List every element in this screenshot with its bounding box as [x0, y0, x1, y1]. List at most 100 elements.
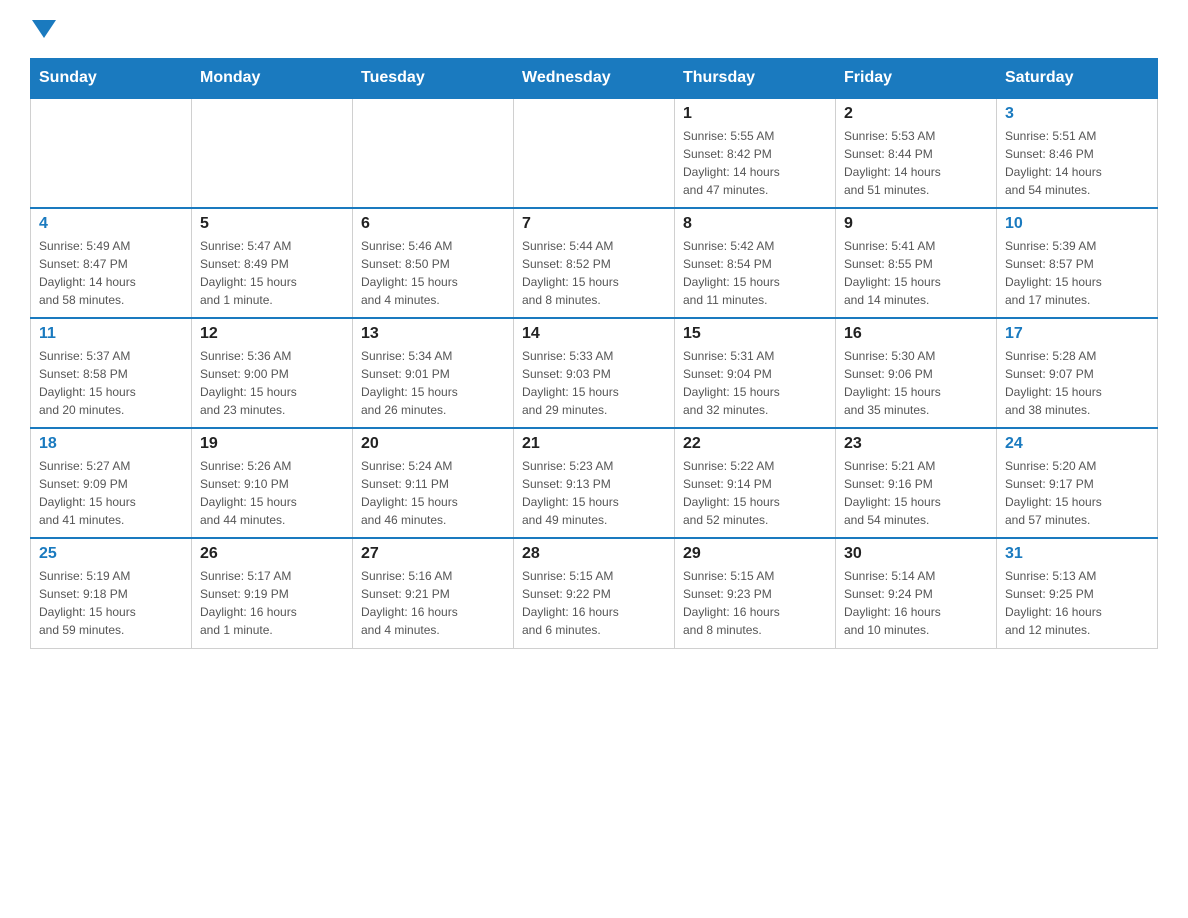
day-number: 7	[522, 215, 666, 233]
calendar-week-row: 25 Sunrise: 5:19 AM Sunset: 9:18 PM Dayli…	[31, 538, 1158, 648]
calendar-cell: 13 Sunrise: 5:34 AM Sunset: 9:01 PM Dayli…	[353, 318, 514, 428]
day-number: 3	[1005, 105, 1149, 123]
calendar-cell: 14 Sunrise: 5:33 AM Sunset: 9:03 PM Dayli…	[514, 318, 675, 428]
day-info: Sunrise: 5:14 AM Sunset: 9:24 PM Dayligh…	[844, 567, 988, 639]
day-number: 10	[1005, 215, 1149, 233]
calendar-cell: 15 Sunrise: 5:31 AM Sunset: 9:04 PM Dayli…	[675, 318, 836, 428]
weekday-header-friday: Friday	[836, 59, 997, 99]
day-number: 9	[844, 215, 988, 233]
calendar-cell: 29 Sunrise: 5:15 AM Sunset: 9:23 PM Dayli…	[675, 538, 836, 648]
day-number: 6	[361, 215, 505, 233]
logo-triangle-icon	[32, 20, 56, 38]
day-info: Sunrise: 5:27 AM Sunset: 9:09 PM Dayligh…	[39, 457, 183, 529]
day-number: 19	[200, 435, 344, 453]
weekday-header-tuesday: Tuesday	[353, 59, 514, 99]
day-number: 22	[683, 435, 827, 453]
day-info: Sunrise: 5:15 AM Sunset: 9:22 PM Dayligh…	[522, 567, 666, 639]
calendar-cell: 3 Sunrise: 5:51 AM Sunset: 8:46 PM Daylig…	[997, 98, 1158, 208]
day-info: Sunrise: 5:37 AM Sunset: 8:58 PM Dayligh…	[39, 347, 183, 419]
day-info: Sunrise: 5:21 AM Sunset: 9:16 PM Dayligh…	[844, 457, 988, 529]
weekday-header-saturday: Saturday	[997, 59, 1158, 99]
day-info: Sunrise: 5:36 AM Sunset: 9:00 PM Dayligh…	[200, 347, 344, 419]
calendar-cell: 19Sunrise: 5:26 AM Sunset: 9:10 PM Dayli…	[192, 428, 353, 538]
calendar-cell: 25 Sunrise: 5:19 AM Sunset: 9:18 PM Dayli…	[31, 538, 192, 648]
calendar-cell: 7 Sunrise: 5:44 AM Sunset: 8:52 PM Daylig…	[514, 208, 675, 318]
calendar-header: SundayMondayTuesdayWednesdayThursdayFrid…	[31, 59, 1158, 99]
calendar-cell: 18 Sunrise: 5:27 AM Sunset: 9:09 PM Dayli…	[31, 428, 192, 538]
day-info: Sunrise: 5:47 AM Sunset: 8:49 PM Dayligh…	[200, 237, 344, 309]
day-number: 31	[1005, 545, 1149, 563]
calendar-cell	[353, 98, 514, 208]
day-number: 28	[522, 545, 666, 563]
day-number: 26	[200, 545, 344, 563]
day-number: 27	[361, 545, 505, 563]
day-info: Sunrise: 5:22 AM Sunset: 9:14 PM Dayligh…	[683, 457, 827, 529]
day-number: 5	[200, 215, 344, 233]
day-number: 20	[361, 435, 505, 453]
calendar-cell: 30 Sunrise: 5:14 AM Sunset: 9:24 PM Dayli…	[836, 538, 997, 648]
calendar-cell: 23 Sunrise: 5:21 AM Sunset: 9:16 PM Dayli…	[836, 428, 997, 538]
calendar-cell: 17 Sunrise: 5:28 AM Sunset: 9:07 PM Dayli…	[997, 318, 1158, 428]
calendar-table: SundayMondayTuesdayWednesdayThursdayFrid…	[30, 58, 1158, 649]
day-number: 17	[1005, 325, 1149, 343]
day-info: Sunrise: 5:19 AM Sunset: 9:18 PM Dayligh…	[39, 567, 183, 639]
weekday-header-monday: Monday	[192, 59, 353, 99]
day-info: Sunrise: 5:41 AM Sunset: 8:55 PM Dayligh…	[844, 237, 988, 309]
calendar-cell: 2Sunrise: 5:53 AM Sunset: 8:44 PM Daylig…	[836, 98, 997, 208]
day-number: 25	[39, 545, 183, 563]
calendar-cell: 8 Sunrise: 5:42 AM Sunset: 8:54 PM Daylig…	[675, 208, 836, 318]
day-info: Sunrise: 5:17 AM Sunset: 9:19 PM Dayligh…	[200, 567, 344, 639]
day-info: Sunrise: 5:51 AM Sunset: 8:46 PM Dayligh…	[1005, 127, 1149, 199]
calendar-week-row: 4 Sunrise: 5:49 AM Sunset: 8:47 PM Daylig…	[31, 208, 1158, 318]
day-number: 15	[683, 325, 827, 343]
day-info: Sunrise: 5:46 AM Sunset: 8:50 PM Dayligh…	[361, 237, 505, 309]
day-info: Sunrise: 5:28 AM Sunset: 9:07 PM Dayligh…	[1005, 347, 1149, 419]
day-info: Sunrise: 5:30 AM Sunset: 9:06 PM Dayligh…	[844, 347, 988, 419]
weekday-header-sunday: Sunday	[31, 59, 192, 99]
calendar-cell: 26 Sunrise: 5:17 AM Sunset: 9:19 PM Dayli…	[192, 538, 353, 648]
day-number: 8	[683, 215, 827, 233]
day-info: Sunrise: 5:15 AM Sunset: 9:23 PM Dayligh…	[683, 567, 827, 639]
day-number: 13	[361, 325, 505, 343]
day-info: Sunrise: 5:44 AM Sunset: 8:52 PM Dayligh…	[522, 237, 666, 309]
day-number: 2	[844, 105, 988, 123]
calendar-week-row: 1 Sunrise: 5:55 AM Sunset: 8:42 PM Daylig…	[31, 98, 1158, 208]
day-info: Sunrise: 5:55 AM Sunset: 8:42 PM Dayligh…	[683, 127, 827, 199]
day-info: Sunrise: 5:39 AM Sunset: 8:57 PM Dayligh…	[1005, 237, 1149, 309]
calendar-cell: 28 Sunrise: 5:15 AM Sunset: 9:22 PM Dayli…	[514, 538, 675, 648]
day-number: 30	[844, 545, 988, 563]
day-number: 29	[683, 545, 827, 563]
calendar-week-row: 11 Sunrise: 5:37 AM Sunset: 8:58 PM Dayli…	[31, 318, 1158, 428]
day-number: 12	[200, 325, 344, 343]
day-number: 14	[522, 325, 666, 343]
calendar-cell: 9 Sunrise: 5:41 AM Sunset: 8:55 PM Daylig…	[836, 208, 997, 318]
day-info: Sunrise: 5:24 AM Sunset: 9:11 PM Dayligh…	[361, 457, 505, 529]
day-number: 4	[39, 215, 183, 233]
day-info: Sunrise: 5:33 AM Sunset: 9:03 PM Dayligh…	[522, 347, 666, 419]
page-header	[30, 20, 1158, 38]
calendar-cell: 16Sunrise: 5:30 AM Sunset: 9:06 PM Dayli…	[836, 318, 997, 428]
calendar-cell	[192, 98, 353, 208]
day-number: 1	[683, 105, 827, 123]
calendar-cell	[514, 98, 675, 208]
calendar-cell: 24 Sunrise: 5:20 AM Sunset: 9:17 PM Dayli…	[997, 428, 1158, 538]
day-number: 24	[1005, 435, 1149, 453]
day-info: Sunrise: 5:34 AM Sunset: 9:01 PM Dayligh…	[361, 347, 505, 419]
calendar-cell: 31 Sunrise: 5:13 AM Sunset: 9:25 PM Dayli…	[997, 538, 1158, 648]
calendar-cell: 22 Sunrise: 5:22 AM Sunset: 9:14 PM Dayli…	[675, 428, 836, 538]
logo	[30, 20, 58, 38]
day-info: Sunrise: 5:49 AM Sunset: 8:47 PM Dayligh…	[39, 237, 183, 309]
day-number: 11	[39, 325, 183, 343]
day-info: Sunrise: 5:31 AM Sunset: 9:04 PM Dayligh…	[683, 347, 827, 419]
day-number: 18	[39, 435, 183, 453]
calendar-cell: 21Sunrise: 5:23 AM Sunset: 9:13 PM Dayli…	[514, 428, 675, 538]
calendar-cell: 10 Sunrise: 5:39 AM Sunset: 8:57 PM Dayli…	[997, 208, 1158, 318]
calendar-cell: 20 Sunrise: 5:24 AM Sunset: 9:11 PM Dayli…	[353, 428, 514, 538]
day-number: 23	[844, 435, 988, 453]
day-info: Sunrise: 5:13 AM Sunset: 9:25 PM Dayligh…	[1005, 567, 1149, 639]
calendar-cell: 12 Sunrise: 5:36 AM Sunset: 9:00 PM Dayli…	[192, 318, 353, 428]
calendar-cell: 5 Sunrise: 5:47 AM Sunset: 8:49 PM Daylig…	[192, 208, 353, 318]
day-info: Sunrise: 5:16 AM Sunset: 9:21 PM Dayligh…	[361, 567, 505, 639]
day-info: Sunrise: 5:42 AM Sunset: 8:54 PM Dayligh…	[683, 237, 827, 309]
day-info: Sunrise: 5:20 AM Sunset: 9:17 PM Dayligh…	[1005, 457, 1149, 529]
